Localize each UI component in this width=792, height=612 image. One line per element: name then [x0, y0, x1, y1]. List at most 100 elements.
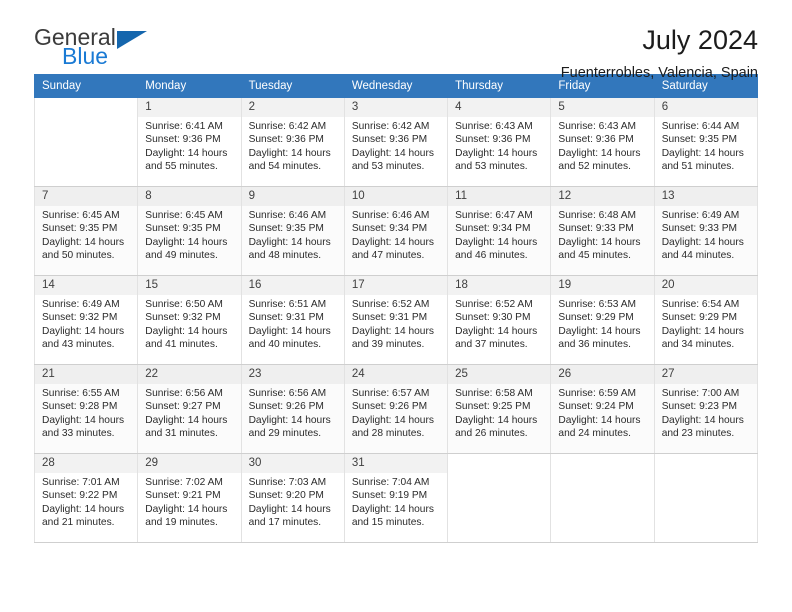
day-cell[interactable]: 14 Sunrise: 6:49 AM Sunset: 9:32 PM Dayligh… — [33, 275, 139, 365]
day-cell-empty — [33, 97, 139, 187]
day-cell[interactable]: 27 Sunrise: 7:00 AM Sunset: 9:23 PM Dayligh… — [653, 364, 759, 454]
day-cell[interactable]: 11 Sunrise: 6:47 AM Sunset: 9:34 PM Dayligh… — [447, 186, 552, 276]
day-cell[interactable]: 23 Sunrise: 6:56 AM Sunset: 9:26 PM Dayligh… — [240, 364, 345, 454]
daylight-text-line2: and 52 minutes. — [558, 161, 631, 173]
sunset-text: Sunset: 9:33 PM — [558, 223, 634, 235]
daylight-text-line2: and 23 minutes. — [661, 428, 735, 440]
day-cell[interactable]: 4 Sunrise: 6:43 AM Sunset: 9:36 PM Daylight… — [447, 97, 552, 187]
day-number: 19 — [551, 276, 654, 295]
sunset-text: Sunset: 9:32 PM — [145, 312, 221, 324]
sunrise-text: Sunrise: 6:45 AM — [42, 210, 120, 221]
sunset-text: Sunset: 9:23 PM — [661, 401, 738, 413]
day-number: 7 — [35, 187, 138, 206]
day-info: Sunrise: 6:55 AM Sunset: 9:28 PM Daylight:… — [35, 384, 137, 441]
sunrise-text: Sunrise: 6:51 AM — [248, 299, 327, 310]
day-cell[interactable]: 1 Sunrise: 6:41 AM Sunset: 9:36 PM Daylight… — [137, 97, 242, 187]
weekday-header-thursday: Thursday — [447, 74, 552, 98]
day-number: 2 — [241, 98, 344, 117]
day-cell[interactable]: 29 Sunrise: 7:02 AM Sunset: 9:21 PM Dayligh… — [137, 453, 242, 543]
sunset-text: Sunset: 9:27 PM — [145, 401, 221, 413]
day-cell[interactable]: 17 Sunrise: 6:52 AM Sunset: 9:31 PM Dayligh… — [343, 275, 449, 365]
day-cell[interactable]: 7 Sunrise: 6:45 AM Sunset: 9:35 PM Daylight… — [33, 186, 139, 276]
day-cell-empty — [447, 453, 552, 543]
day-cell[interactable]: 31 Sunrise: 7:04 AM Sunset: 9:19 PM Dayligh… — [343, 453, 449, 543]
title-block: July 2024 Fuenterrobles, Valencia, Spain — [561, 25, 758, 80]
daylight-text-line1: Daylight: 14 hours — [661, 414, 744, 426]
day-number: 27 — [654, 365, 757, 384]
sunrise-text: Sunrise: 6:53 AM — [558, 299, 636, 310]
day-cell[interactable]: 16 Sunrise: 6:51 AM Sunset: 9:31 PM Dayligh… — [240, 275, 345, 365]
day-info: Sunrise: 6:42 AM Sunset: 9:36 PM Daylight:… — [242, 117, 344, 174]
sunset-text: Sunset: 9:35 PM — [248, 223, 324, 235]
day-cell[interactable]: 22 Sunrise: 6:56 AM Sunset: 9:27 PM Dayligh… — [137, 364, 242, 454]
sunset-text: Sunset: 9:36 PM — [351, 134, 428, 146]
day-cell[interactable]: 9 Sunrise: 6:46 AM Sunset: 9:35 PM Daylight… — [240, 186, 345, 276]
day-info: Sunrise: 7:04 AM Sunset: 9:19 PM Daylight:… — [345, 473, 447, 530]
sunrise-text: Sunrise: 6:56 AM — [145, 388, 223, 399]
sunrise-text: Sunrise: 6:42 AM — [351, 121, 430, 132]
daylight-text-line1: Daylight: 14 hours — [351, 503, 434, 515]
day-number: 16 — [241, 276, 344, 295]
day-number — [654, 454, 757, 473]
daylight-text-line1: Daylight: 14 hours — [42, 503, 125, 515]
day-info: Sunrise: 6:47 AM Sunset: 9:34 PM Daylight:… — [448, 206, 550, 263]
day-cell[interactable]: 30 Sunrise: 7:03 AM Sunset: 9:20 PM Dayligh… — [240, 453, 345, 543]
day-cell[interactable]: 24 Sunrise: 6:57 AM Sunset: 9:26 PM Dayligh… — [343, 364, 449, 454]
daylight-text-line1: Daylight: 14 hours — [351, 147, 434, 159]
daylight-text-line1: Daylight: 14 hours — [145, 147, 228, 159]
day-info: Sunrise: 6:56 AM Sunset: 9:27 PM Daylight:… — [138, 384, 240, 441]
day-cell[interactable]: 13 Sunrise: 6:49 AM Sunset: 9:33 PM Dayligh… — [653, 186, 759, 276]
day-number: 28 — [35, 454, 138, 473]
daylight-text-line1: Daylight: 14 hours — [145, 325, 228, 337]
sunrise-text: Sunrise: 6:49 AM — [42, 299, 120, 310]
daylight-text-line2: and 15 minutes. — [351, 517, 425, 529]
day-cell[interactable]: 5 Sunrise: 6:43 AM Sunset: 9:36 PM Daylight… — [550, 97, 655, 187]
daylight-text-line2: and 21 minutes. — [42, 517, 115, 529]
daylight-text-line2: and 39 minutes. — [351, 339, 425, 351]
day-info: Sunrise: 6:52 AM Sunset: 9:31 PM Daylight:… — [345, 295, 447, 352]
sunrise-text: Sunrise: 6:46 AM — [248, 210, 327, 221]
daylight-text-line1: Daylight: 14 hours — [558, 147, 641, 159]
day-number — [448, 454, 551, 473]
day-info: Sunrise: 6:41 AM Sunset: 9:36 PM Daylight:… — [138, 117, 240, 174]
day-cell[interactable]: 20 Sunrise: 6:54 AM Sunset: 9:29 PM Dayligh… — [653, 275, 759, 365]
sunset-text: Sunset: 9:35 PM — [42, 223, 118, 235]
daylight-text-line2: and 45 minutes. — [558, 250, 631, 262]
general-blue-logo[interactable]: General Blue — [34, 26, 147, 68]
daylight-text-line1: Daylight: 14 hours — [145, 414, 228, 426]
daylight-text-line1: Daylight: 14 hours — [42, 236, 125, 248]
daylight-text-line2: and 50 minutes. — [42, 250, 115, 262]
day-cell[interactable]: 19 Sunrise: 6:53 AM Sunset: 9:29 PM Dayligh… — [550, 275, 655, 365]
day-cell[interactable]: 18 Sunrise: 6:52 AM Sunset: 9:30 PM Dayligh… — [447, 275, 552, 365]
day-cell[interactable]: 10 Sunrise: 6:46 AM Sunset: 9:34 PM Dayligh… — [343, 186, 449, 276]
daylight-text-line1: Daylight: 14 hours — [351, 414, 434, 426]
day-cell[interactable]: 15 Sunrise: 6:50 AM Sunset: 9:32 PM Dayligh… — [137, 275, 242, 365]
day-number: 31 — [344, 454, 448, 473]
day-cell[interactable]: 26 Sunrise: 6:59 AM Sunset: 9:24 PM Dayligh… — [550, 364, 655, 454]
day-cell[interactable]: 8 Sunrise: 6:45 AM Sunset: 9:35 PM Daylight… — [137, 186, 242, 276]
sunrise-text: Sunrise: 6:45 AM — [145, 210, 223, 221]
sunrise-text: Sunrise: 6:47 AM — [455, 210, 533, 221]
daylight-text-line1: Daylight: 14 hours — [351, 325, 434, 337]
weekday-header-sunday: Sunday — [33, 74, 139, 98]
day-number: 26 — [551, 365, 654, 384]
day-info: Sunrise: 6:56 AM Sunset: 9:26 PM Daylight:… — [242, 384, 344, 441]
sunset-text: Sunset: 9:30 PM — [455, 312, 531, 324]
daylight-text-line1: Daylight: 14 hours — [145, 503, 228, 515]
calendar-body: 1 Sunrise: 6:41 AM Sunset: 9:36 PM Daylight… — [33, 97, 759, 543]
daylight-text-line1: Daylight: 14 hours — [455, 236, 538, 248]
day-number: 4 — [448, 98, 551, 117]
day-cell[interactable]: 28 Sunrise: 7:01 AM Sunset: 9:22 PM Dayligh… — [33, 453, 139, 543]
sunset-text: Sunset: 9:24 PM — [558, 401, 634, 413]
day-cell[interactable]: 25 Sunrise: 6:58 AM Sunset: 9:25 PM Dayligh… — [447, 364, 552, 454]
daylight-text-line2: and 46 minutes. — [455, 250, 528, 262]
day-cell[interactable]: 21 Sunrise: 6:55 AM Sunset: 9:28 PM Dayligh… — [33, 364, 139, 454]
day-cell[interactable]: 3 Sunrise: 6:42 AM Sunset: 9:36 PM Daylight… — [343, 97, 449, 187]
day-cell[interactable]: 12 Sunrise: 6:48 AM Sunset: 9:33 PM Dayligh… — [550, 186, 655, 276]
sunset-text: Sunset: 9:19 PM — [351, 490, 428, 502]
sunrise-text: Sunrise: 7:01 AM — [42, 477, 120, 488]
day-cell[interactable]: 6 Sunrise: 6:44 AM Sunset: 9:35 PM Daylight… — [653, 97, 759, 187]
day-cell[interactable]: 2 Sunrise: 6:42 AM Sunset: 9:36 PM Daylight… — [240, 97, 345, 187]
daylight-text-line2: and 26 minutes. — [455, 428, 528, 440]
day-number: 8 — [138, 187, 241, 206]
